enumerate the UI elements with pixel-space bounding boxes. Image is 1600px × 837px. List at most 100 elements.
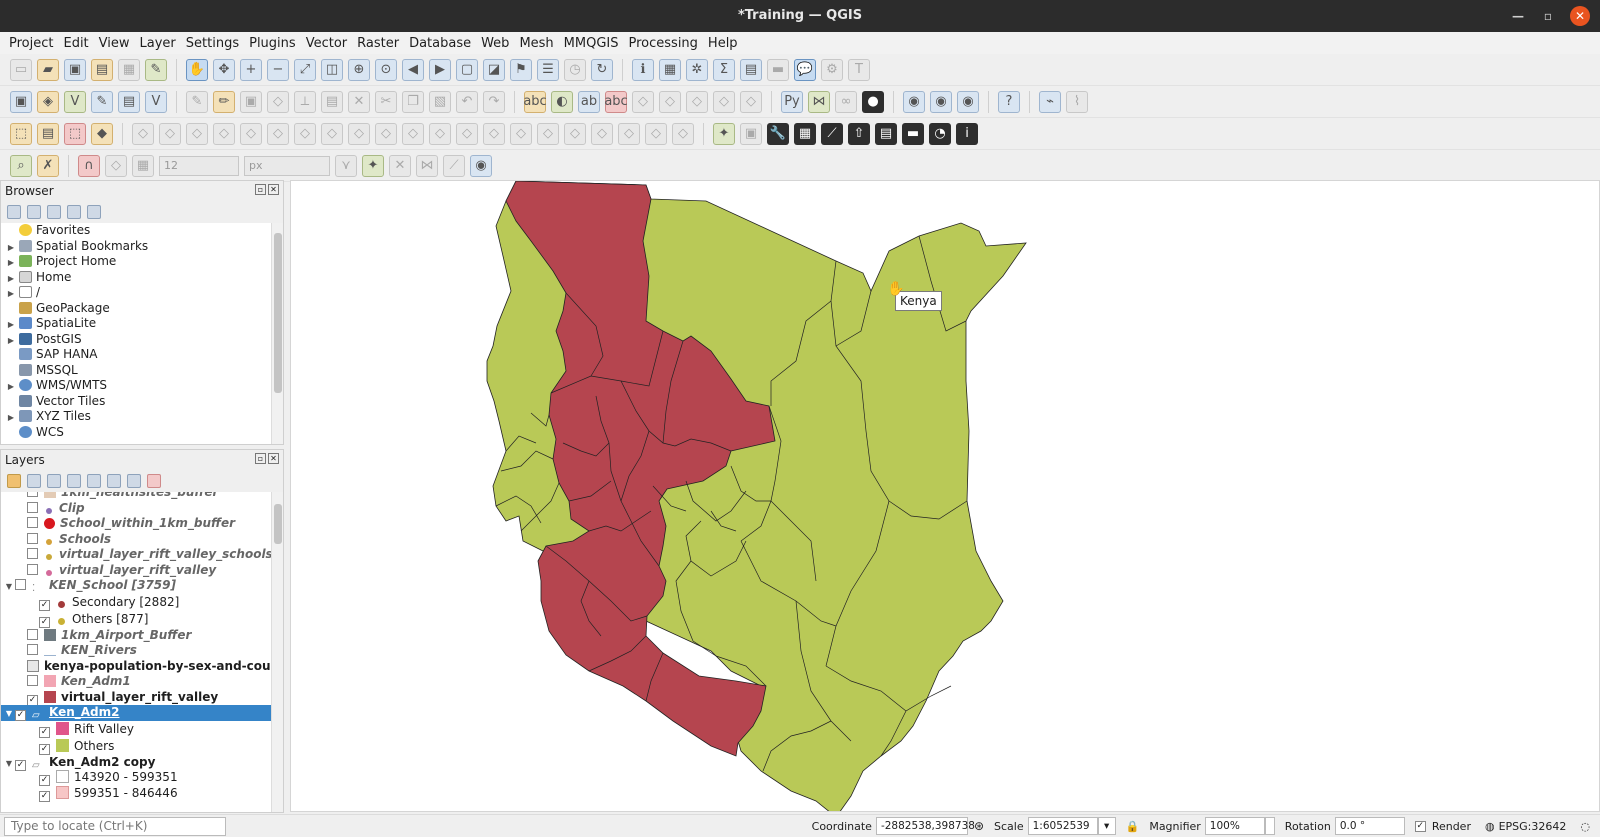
lock-scale-icon[interactable]: 🔒 xyxy=(1126,820,1140,833)
save-project-icon[interactable]: ▣ xyxy=(64,58,86,81)
add-delimited-text-icon[interactable]: ✎ xyxy=(91,90,113,113)
model-icon[interactable]: ▣ xyxy=(740,122,762,145)
crs-label[interactable]: EPSG:32642 xyxy=(1499,820,1567,833)
layer-row[interactable]: Clip xyxy=(1,501,271,517)
paste-features-icon[interactable]: ▧ xyxy=(429,90,451,113)
redo-icon[interactable]: ↷ xyxy=(483,90,505,113)
layer-row[interactable]: ▼ ⁚ KEN_School [3759] xyxy=(1,578,271,594)
wrench-icon[interactable]: 🔧 xyxy=(767,122,789,145)
maximize-icon[interactable]: ▫ xyxy=(1540,0,1556,32)
browser-scrollbar[interactable] xyxy=(271,223,283,444)
browser-item-xyz-tiles[interactable]: ▶ XYZ Tiles xyxy=(5,409,271,425)
float-panel-icon[interactable]: ▫ xyxy=(255,184,266,195)
advanced-edit-19-icon[interactable]: ◇ xyxy=(618,122,640,145)
current-edits-icon[interactable]: ✎ xyxy=(186,90,208,113)
legend-checkbox[interactable]: ✓ xyxy=(39,790,50,802)
style-manager-icon[interactable]: ✎ xyxy=(145,58,167,81)
document-icon[interactable]: ▤ xyxy=(875,122,897,145)
remove-layer-icon[interactable] xyxy=(147,474,161,488)
browser-item-sap-hana[interactable]: SAP HANA xyxy=(5,347,271,363)
browser-item-root[interactable]: ▶ / xyxy=(5,285,271,301)
browser-item-project-home[interactable]: ▶ Project Home xyxy=(5,254,271,270)
filter-expression-icon[interactable] xyxy=(87,474,101,488)
close-panel-icon[interactable]: ✕ xyxy=(268,184,279,195)
legend-item[interactable]: ✓ Others [877] xyxy=(1,611,271,628)
layer-row[interactable]: 1km_Airport_Buffer xyxy=(1,628,271,644)
locator-search-input[interactable]: Type to locate (Ctrl+K) xyxy=(4,816,226,836)
open-table-icon[interactable]: ▤ xyxy=(740,58,762,81)
snapping-type-icon[interactable]: ▦ xyxy=(132,154,154,177)
browser-item-mssql[interactable]: MSSQL xyxy=(5,363,271,379)
new-3d-view-icon[interactable]: ◪ xyxy=(483,58,505,81)
snap-intersection-icon[interactable]: ✦ xyxy=(362,154,384,177)
advanced-edit-14-icon[interactable]: ◇ xyxy=(483,122,505,145)
advanced-edit-2-icon[interactable]: ◇ xyxy=(159,122,181,145)
help-icon[interactable]: ? xyxy=(998,90,1020,113)
info-icon[interactable]: i xyxy=(956,122,978,145)
layer-checkbox[interactable] xyxy=(27,501,38,513)
menu-raster[interactable]: Raster xyxy=(352,36,404,51)
delete-selected-icon[interactable]: ✕ xyxy=(348,90,370,113)
plugin-icon[interactable]: ⋈ xyxy=(808,90,830,113)
advanced-edit-1-icon[interactable]: ◇ xyxy=(132,122,154,145)
browser-item-spatialite[interactable]: ▶ SpatiaLite xyxy=(5,316,271,332)
line-chart-icon[interactable]: ⟋ xyxy=(821,122,843,145)
avoid-overlap-icon[interactable]: ⟋ xyxy=(443,154,465,177)
coordinate-field[interactable]: -2882538,398738 xyxy=(875,817,975,835)
legend-item[interactable]: ✓ 599351 - 846446 xyxy=(1,785,271,802)
layer-row[interactable]: virtual_layer_rift_valley_schools xyxy=(1,547,271,563)
advanced-edit-7-icon[interactable]: ◇ xyxy=(294,122,316,145)
menu-mesh[interactable]: Mesh xyxy=(514,36,558,51)
menu-web[interactable]: Web xyxy=(476,36,514,51)
measure-icon[interactable]: ▬ xyxy=(767,58,789,81)
print-layout-icon[interactable]: ▦ xyxy=(118,58,140,81)
topological-editing-icon[interactable]: ⋎ xyxy=(335,154,357,177)
browser-item-postgis[interactable]: ▶ PostGIS xyxy=(5,332,271,348)
collapse-all-icon[interactable] xyxy=(127,474,141,488)
scale-field[interactable]: 1:6052539 xyxy=(1027,817,1098,835)
upload-cloud-icon[interactable]: ⇧ xyxy=(848,122,870,145)
save-edits-icon[interactable]: ▣ xyxy=(240,90,262,113)
cluster-icon[interactable]: ◉ xyxy=(470,154,492,177)
python-plugin-icon[interactable]: ✗ xyxy=(37,154,59,177)
layer-checkbox[interactable] xyxy=(27,492,38,497)
binoculars-icon[interactable]: ∞ xyxy=(835,90,857,113)
collapse-arrow-icon[interactable]: ▼ xyxy=(3,579,15,595)
temporal-controller-icon[interactable]: ◷ xyxy=(564,58,586,81)
deselect-icon[interactable]: ⬚ xyxy=(64,122,86,145)
add-group-icon[interactable] xyxy=(27,474,41,488)
float-panel-icon[interactable]: ▫ xyxy=(255,453,266,464)
advanced-edit-5-icon[interactable]: ◇ xyxy=(240,122,262,145)
layer-row[interactable]: ✓ virtual_layer_rift_valley xyxy=(1,690,271,706)
snap-tolerance-input[interactable]: 12 xyxy=(159,155,239,176)
zoom-last-icon[interactable]: ◀ xyxy=(402,58,424,81)
layer-checkbox[interactable] xyxy=(15,579,26,590)
advanced-edit-6-icon[interactable]: ◇ xyxy=(267,122,289,145)
add-wms-icon[interactable]: ▤ xyxy=(118,90,140,113)
digitize-icon[interactable]: ⌁ xyxy=(1039,90,1061,113)
refresh-icon[interactable] xyxy=(27,205,41,219)
refresh-icon[interactable]: ↻ xyxy=(591,58,613,81)
map-tips-icon[interactable]: 💬 xyxy=(794,58,816,81)
select-features-icon[interactable]: ⬚ xyxy=(10,122,32,145)
scale-dropdown-icon[interactable]: ▾ xyxy=(1097,817,1116,835)
web-globe-2-icon[interactable]: ◉ xyxy=(930,90,952,113)
web-globe-3-icon[interactable]: ◉ xyxy=(957,90,979,113)
save-as-icon[interactable]: ▤ xyxy=(91,58,113,81)
advanced-edit-21-icon[interactable]: ◇ xyxy=(672,122,694,145)
select-by-value-icon[interactable]: ▤ xyxy=(37,122,59,145)
menu-settings[interactable]: Settings xyxy=(181,36,244,51)
layer-checkbox[interactable]: ✓ xyxy=(27,694,38,706)
zoom-layer-icon[interactable]: ⊕ xyxy=(348,58,370,81)
layer-checkbox[interactable]: ✓ xyxy=(15,710,26,721)
layer-checkbox[interactable]: ✓ xyxy=(15,759,26,771)
pin-label-icon[interactable]: ab xyxy=(578,90,600,113)
layer-row[interactable]: kenya-population-by-sex-and-county xyxy=(1,659,271,675)
magnifier-field[interactable]: 100% xyxy=(1204,817,1265,835)
zoom-native-icon[interactable]: ⊙ xyxy=(375,58,397,81)
show-bookmarks-icon[interactable]: ☰ xyxy=(537,58,559,81)
legend-item[interactable]: ✓ Rift Valley xyxy=(1,721,271,738)
magnifier-spin[interactable] xyxy=(1264,817,1275,835)
legend-item[interactable]: ✓ 143920 - 599351 xyxy=(1,770,271,786)
menu-database[interactable]: Database xyxy=(404,36,476,51)
